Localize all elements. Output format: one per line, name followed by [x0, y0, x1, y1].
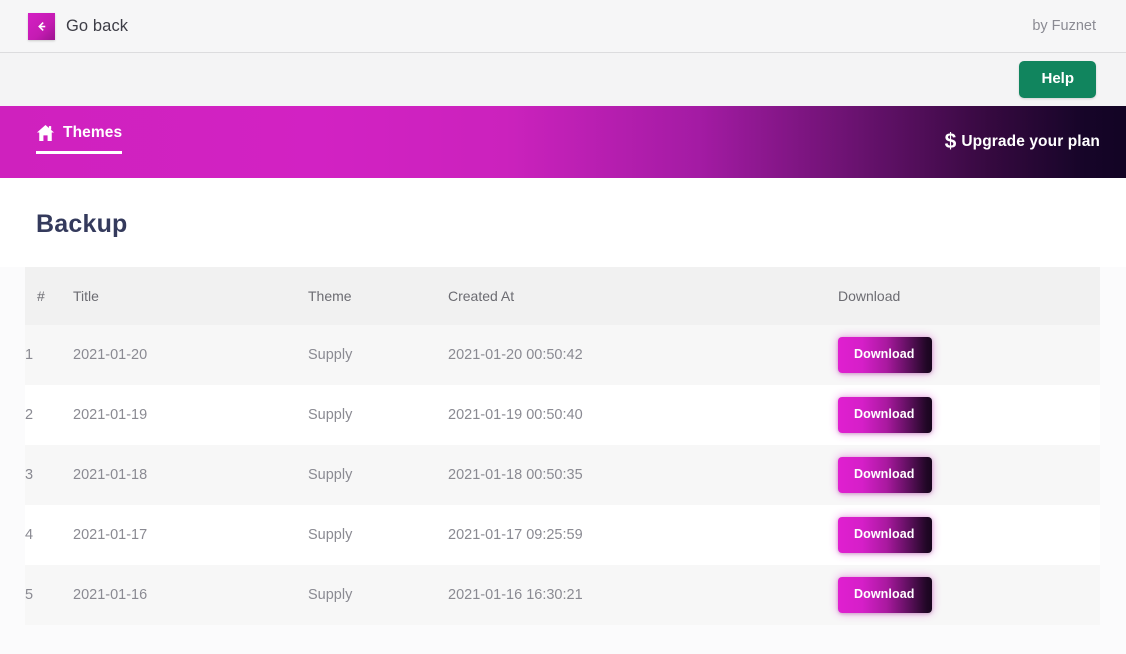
cell-created-at: 2021-01-18 00:50:35	[448, 445, 838, 505]
table-row: 5 2021-01-16 Supply 2021-01-16 16:30:21 …	[25, 565, 1100, 625]
backup-table: # Title Theme Created At Download 1 2021…	[25, 267, 1100, 625]
cell-created-at: 2021-01-17 09:25:59	[448, 505, 838, 565]
column-header-download: Download	[838, 267, 1100, 325]
arrow-left-icon	[28, 12, 55, 40]
download-button[interactable]: Download	[838, 337, 932, 373]
cell-download: Download	[838, 565, 1100, 625]
cell-title: 2021-01-19	[73, 385, 308, 445]
download-button[interactable]: Download	[838, 577, 932, 613]
help-button[interactable]: Help	[1019, 61, 1096, 98]
cell-number: 1	[25, 325, 73, 385]
cell-download: Download	[838, 325, 1100, 385]
tab-themes-label: Themes	[63, 124, 123, 141]
cell-download: Download	[838, 385, 1100, 445]
cell-theme: Supply	[308, 325, 448, 385]
cell-created-at: 2021-01-20 00:50:42	[448, 325, 838, 385]
download-button[interactable]: Download	[838, 397, 932, 433]
table-row: 1 2021-01-20 Supply 2021-01-20 00:50:42 …	[25, 325, 1100, 385]
go-back-link[interactable]: Go back	[28, 12, 129, 40]
page-title: Backup	[36, 210, 128, 238]
tab-themes[interactable]: Themes	[36, 124, 123, 154]
page-title-section: Backup	[0, 178, 1126, 267]
cell-theme: Supply	[308, 385, 448, 445]
download-button[interactable]: Download	[838, 457, 932, 493]
cell-number: 4	[25, 505, 73, 565]
top-bar: Go back by Fuznet	[0, 0, 1126, 53]
download-button[interactable]: Download	[838, 517, 932, 553]
cell-number: 2	[25, 385, 73, 445]
table-row: 2 2021-01-19 Supply 2021-01-19 00:50:40 …	[25, 385, 1100, 445]
table-row: 4 2021-01-17 Supply 2021-01-17 09:25:59 …	[25, 505, 1100, 565]
cell-title: 2021-01-20	[73, 325, 308, 385]
home-icon	[36, 124, 55, 142]
cell-title: 2021-01-16	[73, 565, 308, 625]
cell-number: 3	[25, 445, 73, 505]
main-nav-bar: Themes $ Upgrade your plan	[0, 106, 1126, 178]
byline: by Fuznet	[1032, 18, 1096, 34]
column-header-title: Title	[73, 267, 308, 325]
table-row: 3 2021-01-18 Supply 2021-01-18 00:50:35 …	[25, 445, 1100, 505]
cell-title: 2021-01-17	[73, 505, 308, 565]
upgrade-plan-label: Upgrade your plan	[961, 133, 1100, 150]
table-header: # Title Theme Created At Download	[25, 267, 1100, 325]
cell-download: Download	[838, 445, 1100, 505]
go-back-label: Go back	[66, 16, 129, 35]
cell-download: Download	[838, 505, 1100, 565]
cell-theme: Supply	[308, 505, 448, 565]
dollar-icon: $	[944, 129, 957, 153]
nav-tabs: Themes	[36, 106, 123, 178]
help-bar: Help	[0, 53, 1126, 106]
cell-number: 5	[25, 565, 73, 625]
column-header-created: Created At	[448, 267, 838, 325]
cell-created-at: 2021-01-19 00:50:40	[448, 385, 838, 445]
cell-theme: Supply	[308, 445, 448, 505]
column-header-number: #	[25, 267, 73, 325]
cell-theme: Supply	[308, 565, 448, 625]
column-header-theme: Theme	[308, 267, 448, 325]
cell-created-at: 2021-01-16 16:30:21	[448, 565, 838, 625]
cell-title: 2021-01-18	[73, 445, 308, 505]
table-body: 1 2021-01-20 Supply 2021-01-20 00:50:42 …	[25, 325, 1100, 625]
backup-table-area: # Title Theme Created At Download 1 2021…	[0, 267, 1126, 625]
table-header-row: # Title Theme Created At Download	[25, 267, 1100, 325]
upgrade-plan-link[interactable]: $ Upgrade your plan	[944, 129, 1104, 153]
